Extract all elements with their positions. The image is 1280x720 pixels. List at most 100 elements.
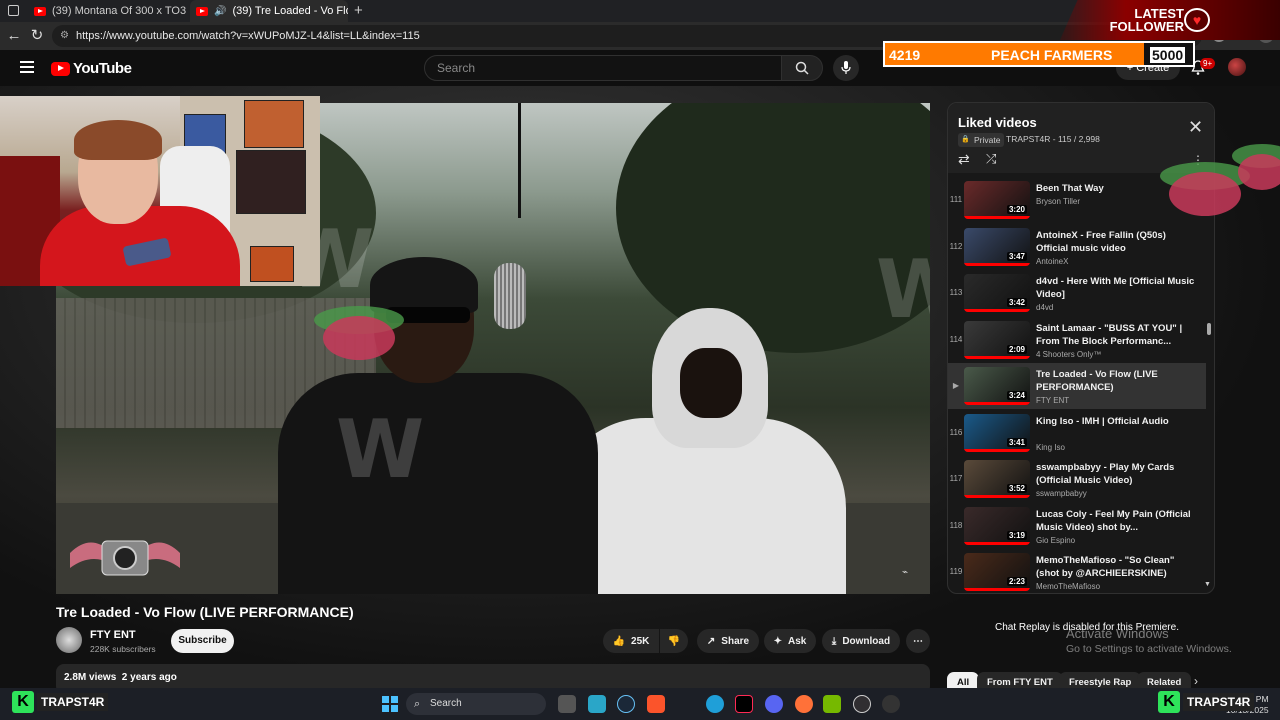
playlist-item-channel: AntoineX xyxy=(1036,256,1069,266)
playlist-item-channel: FTY ENT xyxy=(1036,396,1070,405)
playlist-item[interactable]: 118 3:19 Lucas Coly - Feel My Pain (Offici… xyxy=(948,503,1206,549)
windows-taskbar: ⌕ Search 3:41 PM 10/13/2025 xyxy=(0,688,1280,720)
playlist-item-title: Lucas Coly - Feel My Pain (Official Musi… xyxy=(1036,508,1191,533)
site-info-icon[interactable]: ⚙ xyxy=(60,25,69,47)
playlist-item-channel: Bryson Tiller xyxy=(1036,197,1081,206)
playlist-item[interactable]: 114 2:09 Saint Lamaar - "BUSS AT YOU" | Fr… xyxy=(948,317,1206,363)
playlist-item-thumbnail[interactable]: 2:23 xyxy=(964,553,1030,591)
playlist-item-title: AntoineX - Free Fallin (Q50s) Official m… xyxy=(1036,229,1166,254)
more-horizontal-icon: ⋯ xyxy=(913,635,923,647)
watched-progress-bar xyxy=(964,495,1030,498)
obs-icon[interactable] xyxy=(853,695,871,713)
file-explorer-icon[interactable] xyxy=(558,695,576,713)
voice-search-button[interactable] xyxy=(833,55,859,81)
watched-progress-bar xyxy=(964,309,1030,312)
nvidia-icon[interactable] xyxy=(823,695,841,713)
loop-icon[interactable]: ⇄ xyxy=(958,151,970,168)
decorative-ufo-graphic xyxy=(1232,144,1280,190)
overlay-watermark: W xyxy=(876,243,930,336)
tab-2[interactable]: 🔊 (39) Tre Loaded - Vo Flow (L ✕ xyxy=(190,0,348,22)
playlist-item-current[interactable]: ▶ 3:24 Tre Loaded - Vo Flow (LIVE PERFORMA… xyxy=(948,363,1206,409)
playlist-item-thumbnail[interactable]: 2:09 xyxy=(964,320,1030,359)
wall-poster xyxy=(250,246,294,282)
watched-progress-bar xyxy=(964,541,1030,545)
privacy-badge: Private xyxy=(958,133,1005,147)
search-button[interactable] xyxy=(781,55,823,81)
tab-1[interactable]: (39) Montana Of 300 x TO3 x $av ✕ xyxy=(28,0,188,22)
reload-icon[interactable]: ↻ xyxy=(28,27,46,45)
hamburger-menu-icon[interactable] xyxy=(20,61,34,73)
playlist-item-thumbnail[interactable]: 3:20 xyxy=(964,181,1030,219)
edge-icon[interactable] xyxy=(706,695,724,713)
playlist-item-title: MemoTheMafioso - "So Clean" (shot by @AR… xyxy=(1036,555,1175,579)
youtube-play-icon xyxy=(51,61,70,76)
playlist-item-channel: sswampbabyy xyxy=(1036,489,1087,498)
taskbar-search-input[interactable]: ⌕ Search xyxy=(406,693,546,715)
playlist-item-channel: MemoTheMafioso xyxy=(1036,582,1101,591)
playlist-item-thumbnail[interactable]: 3:52 xyxy=(964,460,1030,498)
playlist-item[interactable]: 112 3:47 AntoineX - Free Fallin (Q50s) Off… xyxy=(948,224,1206,270)
playlist-item[interactable]: 119 2:23 MemoTheMafioso - "So Clean" (shot… xyxy=(948,549,1206,593)
playlist-item-thumbnail[interactable]: 3:41 xyxy=(964,413,1030,452)
playlist-item-index: 114 xyxy=(949,334,963,344)
chevron-right-icon[interactable]: › xyxy=(1194,674,1198,688)
playlist-item-thumbnail[interactable]: 3:24 xyxy=(964,367,1030,405)
share-button[interactable]: ↗ Share xyxy=(697,629,759,653)
playlist-item-duration: 3:24 xyxy=(1006,391,1027,400)
back-icon[interactable]: ← xyxy=(5,27,23,45)
shuffle-icon[interactable]: ⤮ xyxy=(986,151,996,167)
download-label: Download xyxy=(842,635,891,647)
tiktok-icon[interactable] xyxy=(735,695,753,713)
channel-name[interactable]: FTY ENT xyxy=(90,629,136,641)
notification-badge: 9+ xyxy=(1200,58,1216,69)
playlist-item-thumbnail[interactable]: 3:47 xyxy=(964,227,1030,266)
speaker-icon[interactable]: 🔊 xyxy=(214,6,226,17)
playlist-scrollbar[interactable] xyxy=(1207,323,1211,335)
search-input[interactable]: Search xyxy=(424,55,782,81)
youtube-logo[interactable]: YouTube xyxy=(51,60,132,77)
playlist-item-thumbnail[interactable]: 3:19 xyxy=(964,506,1030,545)
watched-progress-bar xyxy=(964,262,1030,266)
playlist-item-channel: King Iso xyxy=(1036,442,1065,452)
url-text: https://www.youtube.com/watch?v=xWUPoMJZ… xyxy=(76,30,420,42)
logo-text: YouTube xyxy=(73,60,132,77)
playlist-item[interactable]: 113 3:42 d4vd - Here With Me [Official Mus… xyxy=(948,270,1206,316)
record-app-icon[interactable] xyxy=(882,695,900,713)
notepad-icon[interactable] xyxy=(588,695,606,713)
steam-icon[interactable] xyxy=(617,695,635,713)
playlist-title[interactable]: Liked videos xyxy=(958,115,1037,130)
ask-button[interactable]: ✦ Ask xyxy=(764,629,816,653)
download-button[interactable]: ⤓ Download xyxy=(822,629,900,653)
playlist-item-index: 112 xyxy=(949,241,963,251)
windows-start-icon[interactable] xyxy=(381,695,399,713)
close-icon[interactable]: ✕ xyxy=(1188,118,1203,136)
tab-strip-icon[interactable] xyxy=(8,5,19,16)
goal-name: PEACH FARMERS xyxy=(991,47,1113,63)
firefox-icon[interactable] xyxy=(795,695,813,713)
player-logo-icon[interactable]: ⌁ xyxy=(902,567,908,578)
like-button[interactable]: 👍 25K xyxy=(603,629,659,653)
share-label: Share xyxy=(721,635,750,647)
wall-poster xyxy=(236,150,306,214)
taskbar-search-placeholder: Search xyxy=(430,698,462,709)
brave-icon[interactable] xyxy=(647,695,665,713)
playlist-item-title: sswampbabyy - Play My Cards (Official Mu… xyxy=(1036,462,1175,486)
account-avatar[interactable] xyxy=(1228,58,1246,76)
playlist-item[interactable]: 117 3:52 sswampbabyy - Play My Cards (Offi… xyxy=(948,456,1206,502)
playlist-item-thumbnail[interactable]: 3:42 xyxy=(964,274,1030,312)
subscribe-button[interactable]: Subscribe xyxy=(171,629,234,653)
tab-2-title: (39) Tre Loaded - Vo Flow (L xyxy=(232,5,348,17)
new-tab-button[interactable]: + xyxy=(354,2,363,19)
activate-windows-sub: Go to Settings to activate Windows. xyxy=(1066,643,1232,655)
thumbs-down-icon: 👎 xyxy=(667,635,681,647)
playlist-item-duration: 3:20 xyxy=(1006,205,1027,214)
more-actions-button[interactable]: ⋯ xyxy=(906,629,930,653)
ask-label: Ask xyxy=(788,635,807,647)
dislike-button[interactable]: 👎 xyxy=(660,629,688,653)
scroll-down-icon[interactable]: ▼ xyxy=(1204,581,1211,588)
playlist-item[interactable]: 116 3:41 King Iso - IMH | Official Audio Ki… xyxy=(948,410,1206,456)
like-count: 25K xyxy=(631,635,650,647)
channel-avatar[interactable] xyxy=(56,627,82,653)
playlist-owner-progress: TRAPST4R - 115 / 2,998 xyxy=(1006,134,1100,144)
discord-icon[interactable] xyxy=(765,695,783,713)
